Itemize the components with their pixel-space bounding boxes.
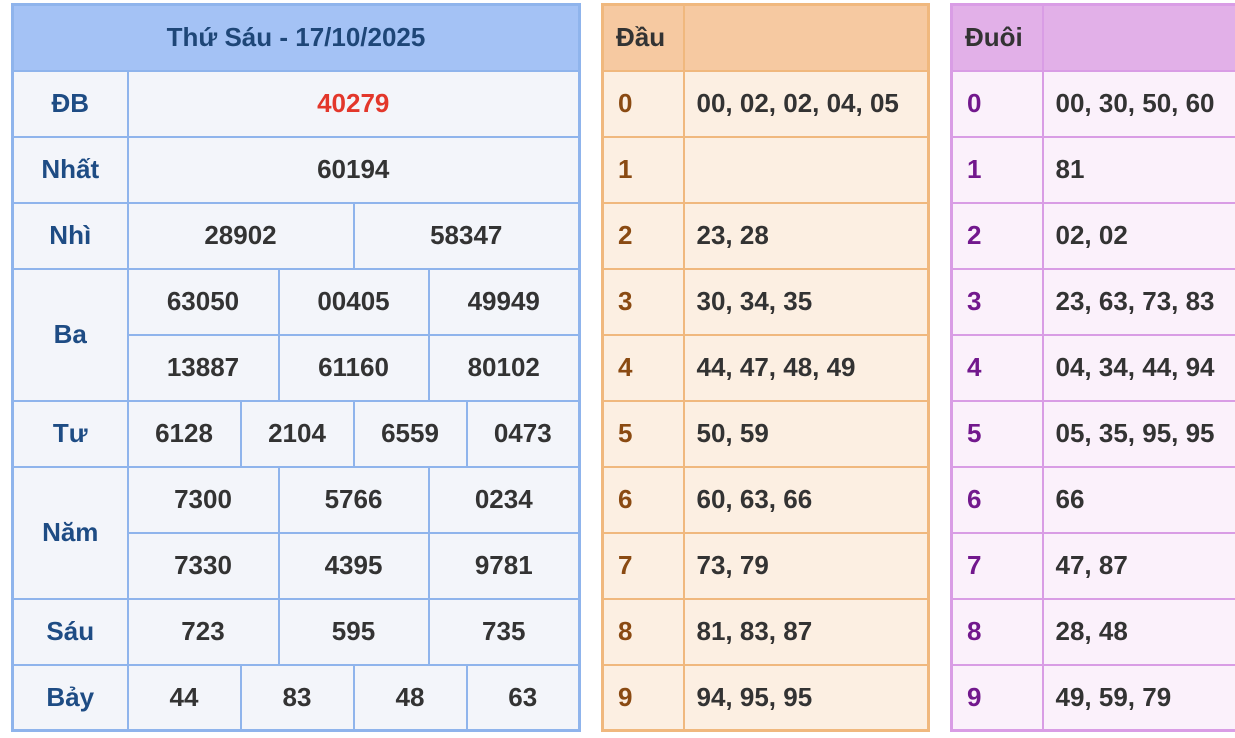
dau-values: 73, 79 bbox=[682, 531, 930, 600]
duoi-values: 49, 59, 79 bbox=[1041, 663, 1235, 732]
prize-value-ba: 63050 bbox=[126, 267, 280, 336]
duoi-key: 4 bbox=[950, 333, 1044, 402]
prize-value-tu: 0473 bbox=[465, 399, 581, 468]
prize-value-bay: 63 bbox=[465, 663, 581, 732]
duoi-values: 00, 30, 50, 60 bbox=[1041, 69, 1235, 138]
duoi-values: 66 bbox=[1041, 465, 1235, 534]
prize-label-sau: Sáu bbox=[11, 597, 129, 666]
prize-value-sau: 735 bbox=[427, 597, 581, 666]
duoi-key: 9 bbox=[950, 663, 1044, 732]
dau-values: 81, 83, 87 bbox=[682, 597, 930, 666]
duoi-key: 5 bbox=[950, 399, 1044, 468]
dau-values: 94, 95, 95 bbox=[682, 663, 930, 732]
dau-values: 44, 47, 48, 49 bbox=[682, 333, 930, 402]
duoi-values: 23, 63, 73, 83 bbox=[1041, 267, 1235, 336]
prize-value-nam: 4395 bbox=[277, 531, 430, 600]
prize-value-nhi: 58347 bbox=[352, 201, 581, 270]
prize-value-bay: 83 bbox=[239, 663, 355, 732]
prize-value-bay: 48 bbox=[352, 663, 468, 732]
prize-value-ba: 13887 bbox=[126, 333, 280, 402]
dau-key: 3 bbox=[601, 267, 685, 336]
dau-key: 7 bbox=[601, 531, 685, 600]
duoi-header-blank bbox=[1041, 3, 1235, 72]
dau-values: 23, 28 bbox=[682, 201, 930, 270]
prize-label-db: ĐB bbox=[11, 69, 129, 138]
prize-value-nhi: 28902 bbox=[126, 201, 355, 270]
duoi-key: 0 bbox=[950, 69, 1044, 138]
dau-key: 2 bbox=[601, 201, 685, 270]
duoi-key: 2 bbox=[950, 201, 1044, 270]
prize-value-nam: 7330 bbox=[126, 531, 280, 600]
dau-key: 0 bbox=[601, 69, 685, 138]
prize-value-bay: 44 bbox=[126, 663, 242, 732]
duoi-key: 8 bbox=[950, 597, 1044, 666]
prize-label-nhat: Nhất bbox=[11, 135, 129, 204]
duoi-values: 04, 34, 44, 94 bbox=[1041, 333, 1235, 402]
lottery-results-table: Thứ Sáu - 17/10/2025 ĐB 40279 Nhất 60194… bbox=[11, 3, 581, 732]
duoi-key: 3 bbox=[950, 267, 1044, 336]
prize-label-tu: Tư bbox=[11, 399, 129, 468]
duoi-values: 02, 02 bbox=[1041, 201, 1235, 270]
dau-key: 8 bbox=[601, 597, 685, 666]
dau-header-blank bbox=[682, 3, 930, 72]
prize-value-tu: 6128 bbox=[126, 399, 242, 468]
results-date-title: Thứ Sáu - 17/10/2025 bbox=[11, 3, 581, 72]
prize-label-bay: Bảy bbox=[11, 663, 129, 732]
prize-label-ba: Ba bbox=[11, 267, 129, 402]
prize-value-sau: 595 bbox=[277, 597, 430, 666]
prize-value-tu: 6559 bbox=[352, 399, 468, 468]
prize-value-db: 40279 bbox=[126, 69, 581, 138]
prize-value-nam: 7300 bbox=[126, 465, 280, 534]
prize-label-nam: Năm bbox=[11, 465, 129, 600]
prize-value-nam: 5766 bbox=[277, 465, 430, 534]
duoi-key: 1 bbox=[950, 135, 1044, 204]
dau-key: 9 bbox=[601, 663, 685, 732]
prize-value-ba: 61160 bbox=[277, 333, 430, 402]
duoi-values: 81 bbox=[1041, 135, 1235, 204]
duoi-values: 47, 87 bbox=[1041, 531, 1235, 600]
duoi-values: 28, 48 bbox=[1041, 597, 1235, 666]
prize-value-nam: 9781 bbox=[427, 531, 581, 600]
duoi-key: 6 bbox=[950, 465, 1044, 534]
dau-table: Đầu 0 00, 02, 02, 04, 05 1 2 23, 28 3 30, 3… bbox=[601, 3, 930, 732]
prize-value-sau: 723 bbox=[126, 597, 280, 666]
prize-value-nhat: 60194 bbox=[126, 135, 581, 204]
duoi-header: Đuôi bbox=[950, 3, 1044, 72]
duoi-table: Đuôi 0 00, 30, 50, 60 1 81 2 02, 02 3 23, 63… bbox=[950, 3, 1235, 732]
prize-value-ba: 49949 bbox=[427, 267, 581, 336]
dau-values: 00, 02, 02, 04, 05 bbox=[682, 69, 930, 138]
dau-key: 1 bbox=[601, 135, 685, 204]
duoi-values: 05, 35, 95, 95 bbox=[1041, 399, 1235, 468]
dau-values: 50, 59 bbox=[682, 399, 930, 468]
dau-values: 60, 63, 66 bbox=[682, 465, 930, 534]
duoi-key: 7 bbox=[950, 531, 1044, 600]
dau-header: Đầu bbox=[601, 3, 685, 72]
dau-key: 4 bbox=[601, 333, 685, 402]
prize-label-nhi: Nhì bbox=[11, 201, 129, 270]
prize-value-tu: 2104 bbox=[239, 399, 355, 468]
prize-value-ba: 00405 bbox=[277, 267, 430, 336]
dau-values bbox=[682, 135, 930, 204]
prize-value-nam: 0234 bbox=[427, 465, 581, 534]
prize-value-ba: 80102 bbox=[427, 333, 581, 402]
dau-values: 30, 34, 35 bbox=[682, 267, 930, 336]
dau-key: 5 bbox=[601, 399, 685, 468]
dau-key: 6 bbox=[601, 465, 685, 534]
